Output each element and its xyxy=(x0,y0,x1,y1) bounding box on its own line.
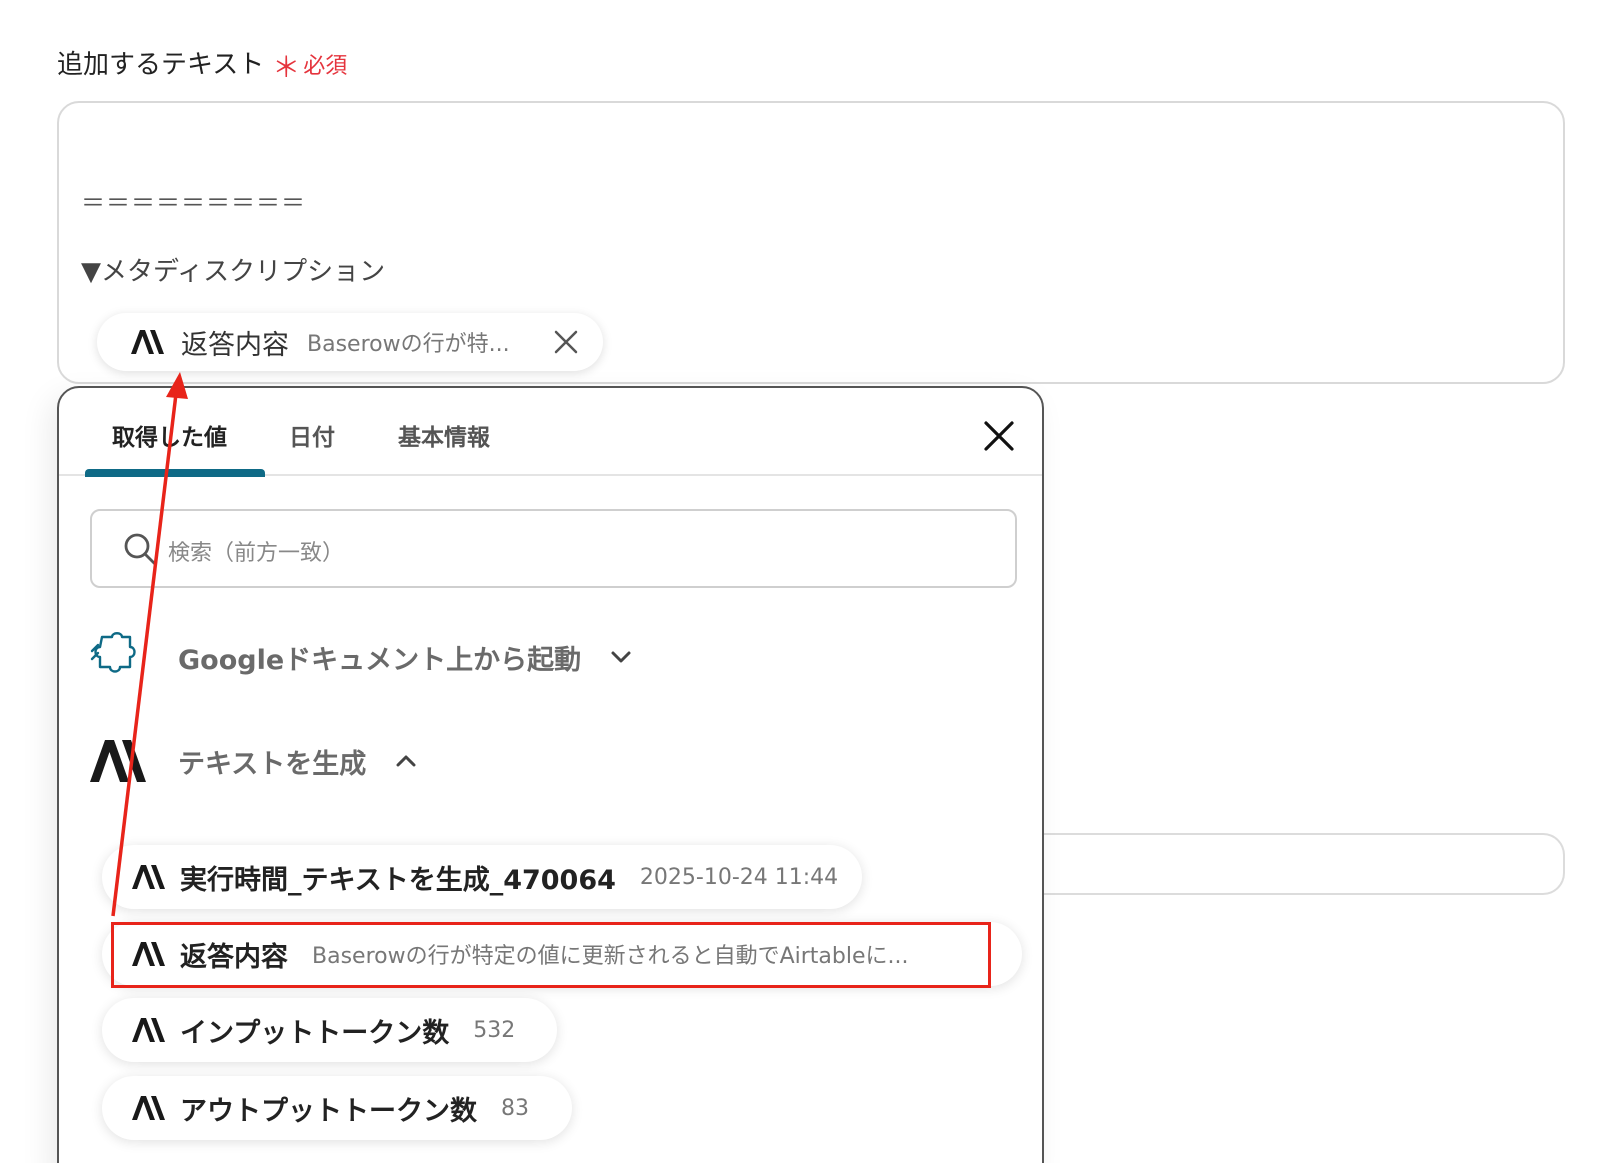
search-icon xyxy=(124,533,157,566)
tab-basic-info[interactable]: 基本情報 xyxy=(398,418,490,452)
background-input-field[interactable] xyxy=(1000,833,1565,895)
text-input-area[interactable]: ＝＝＝＝＝＝＝＝＝ ▼メタディスクリプション 返答内容 Baserowの行が特.… xyxy=(57,101,1565,384)
section-generate-text[interactable]: テキストを生成 xyxy=(90,740,418,782)
item-title: インプットトークン数 xyxy=(180,1017,450,1049)
item-value: 2025-10-24 11:44 xyxy=(639,864,839,890)
anthropic-logo-icon xyxy=(132,1096,165,1120)
anthropic-logo-icon xyxy=(131,330,164,354)
item-value: 532 xyxy=(473,1017,516,1043)
anthropic-logo-icon xyxy=(90,740,146,782)
list-item-output-tokens[interactable]: アウトプットトークン数 83 xyxy=(102,1076,572,1140)
field-label-text: 追加するテキスト xyxy=(57,50,265,80)
required-badge: ＊ 必須 xyxy=(272,42,348,84)
tab-date[interactable]: 日付 xyxy=(289,418,335,452)
inserted-value-chip[interactable]: 返答内容 Baserowの行が特... xyxy=(97,313,603,371)
close-icon[interactable] xyxy=(981,418,1017,454)
list-item-execution-time[interactable]: 実行時間_テキストを生成_470064 2025-10-24 11:44 xyxy=(102,845,862,909)
section-title: Googleドキュメント上から起動 xyxy=(178,644,582,676)
chevron-down-icon[interactable] xyxy=(609,645,633,669)
section-google-docs-trigger[interactable]: Googleドキュメント上から起動 xyxy=(90,631,633,683)
anthropic-logo-icon xyxy=(132,1018,165,1042)
highlight-box xyxy=(111,922,991,988)
remove-chip-icon[interactable] xyxy=(551,327,581,357)
anthropic-logo-icon xyxy=(132,865,165,889)
section-title: テキストを生成 xyxy=(178,748,367,780)
item-value: 83 xyxy=(501,1095,529,1121)
chip-title: 返答内容 xyxy=(181,329,289,361)
required-text: 必須 xyxy=(303,54,348,79)
tab-retrieved-values[interactable]: 取得した値 xyxy=(112,418,227,452)
meta-heading: ▼メタディスクリプション xyxy=(81,257,386,287)
value-picker-panel: 取得した値 日付 基本情報 検索（前方一致） Googleドキュメント上から起動… xyxy=(57,386,1044,1163)
puzzle-icon xyxy=(90,632,136,673)
list-item-input-tokens[interactable]: インプットトークン数 532 xyxy=(102,998,557,1062)
item-title: 実行時間_テキストを生成_470064 xyxy=(180,864,616,896)
field-label: 追加するテキスト ＊ 必須 xyxy=(57,42,348,84)
search-placeholder: 検索（前方一致） xyxy=(168,541,345,566)
active-tab-indicator xyxy=(85,469,265,477)
equals-line: ＝＝＝＝＝＝＝＝＝ xyxy=(81,189,306,217)
chevron-up-icon[interactable] xyxy=(394,749,418,773)
tab-bar: 取得した値 日付 基本情報 xyxy=(59,388,1042,477)
chip-value: Baserowの行が特... xyxy=(307,332,510,357)
search-input[interactable]: 検索（前方一致） xyxy=(90,509,1017,588)
item-title: アウトプットトークン数 xyxy=(180,1095,477,1127)
required-star: ＊ xyxy=(272,51,301,84)
